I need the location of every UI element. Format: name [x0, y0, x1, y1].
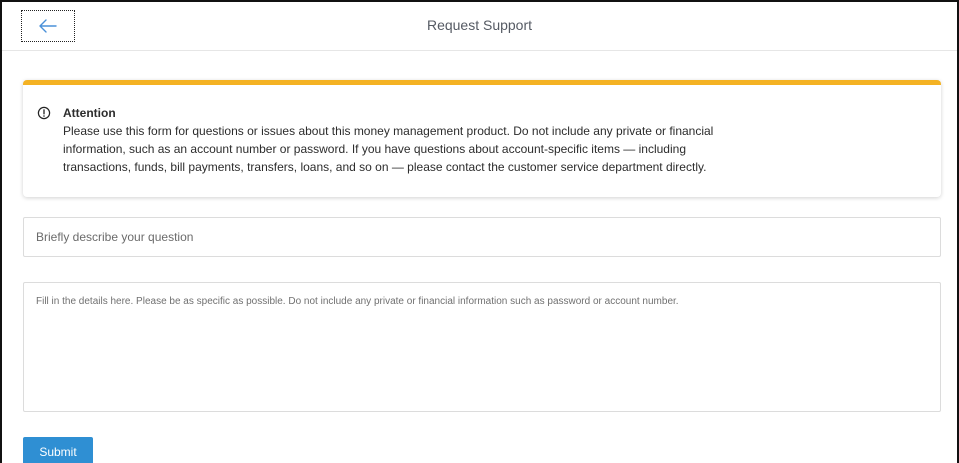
question-summary-input[interactable] — [23, 217, 941, 257]
page-header: Request Support — [2, 2, 957, 51]
attention-notice: Attention Please use this form for quest… — [23, 80, 941, 197]
support-page: Request Support Attention Please use thi… — [0, 0, 959, 463]
notice-content: Attention Please use this form for quest… — [63, 104, 743, 176]
page-title: Request Support — [426, 17, 533, 33]
question-details-textarea[interactable] — [23, 282, 941, 412]
notice-title: Attention — [63, 106, 116, 120]
notice-body: Please use this form for questions or is… — [63, 124, 714, 174]
alert-circle-icon — [37, 106, 51, 120]
submit-button[interactable]: Submit — [23, 437, 93, 463]
